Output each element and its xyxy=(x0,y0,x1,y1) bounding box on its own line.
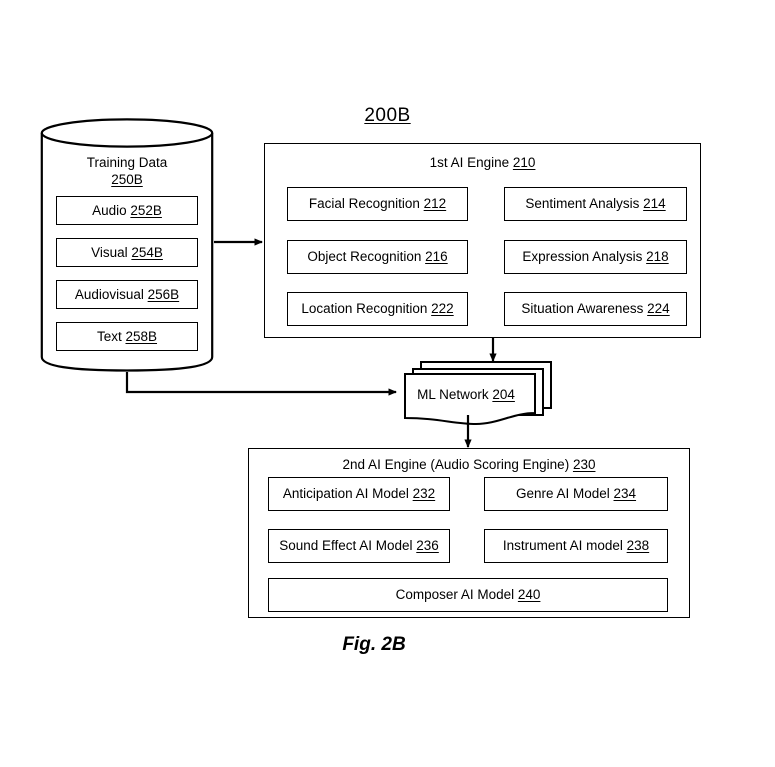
second-ai-engine-title: 2nd AI Engine (Audio Scoring Engine) 230 xyxy=(248,457,690,472)
patent-figure-canvas: 200B Training Data 250B Audio 252B Visua… xyxy=(0,0,775,767)
second-ai-engine-title-text: 2nd AI Engine (Audio Scoring Engine) xyxy=(342,457,573,472)
module-composer-ai-model[interactable]: Composer AI Model 240 xyxy=(268,578,668,612)
arrow-training-to-ml-network xyxy=(125,372,397,396)
training-data-item-label: Visual 254B xyxy=(91,244,163,260)
module-situation-awareness[interactable]: Situation Awareness 224 xyxy=(504,292,687,326)
training-data-ref-text: 250B xyxy=(111,172,143,187)
module-expression-analysis[interactable]: Expression Analysis 218 xyxy=(504,240,687,274)
module-label: Sound Effect AI Model 236 xyxy=(279,538,439,554)
figure-caption: Fig. 2B xyxy=(342,634,406,655)
figure-number-text: 200B xyxy=(364,105,411,126)
training-data-item-audiovisual[interactable]: Audiovisual 256B xyxy=(56,280,198,309)
module-instrument-ai-model[interactable]: Instrument AI model 238 xyxy=(484,529,668,563)
module-label: Situation Awareness 224 xyxy=(521,301,670,317)
ml-network-ref: 204 xyxy=(492,387,515,402)
first-ai-engine-title: 1st AI Engine 210 xyxy=(264,155,701,170)
module-anticipation-ai-model[interactable]: Anticipation AI Model 232 xyxy=(268,477,450,511)
module-label: Anticipation AI Model 232 xyxy=(282,486,436,502)
training-data-item-text[interactable]: Text 258B xyxy=(56,322,198,351)
module-facial-recognition[interactable]: Facial Recognition 212 xyxy=(287,187,468,221)
module-sound-effect-ai-model[interactable]: Sound Effect AI Model 236 xyxy=(268,529,450,563)
module-genre-ai-model[interactable]: Genre AI Model 234 xyxy=(484,477,668,511)
module-label: Location Recognition 222 xyxy=(301,301,454,317)
training-data-title: Training Data xyxy=(86,155,168,170)
module-label: Object Recognition 216 xyxy=(307,249,448,265)
training-data-item-label: Audiovisual 256B xyxy=(74,286,180,302)
module-label: Genre AI Model 234 xyxy=(515,486,637,502)
second-ai-engine-ref: 230 xyxy=(572,457,596,472)
training-data-item-visual[interactable]: Visual 254B xyxy=(56,238,198,267)
first-ai-engine-ref: 210 xyxy=(512,155,536,170)
module-label: Sentiment Analysis 214 xyxy=(525,196,666,212)
module-label: Composer AI Model 240 xyxy=(395,587,541,603)
training-data-item-label: Text 258B xyxy=(96,328,158,344)
first-ai-engine-title-text: 1st AI Engine xyxy=(429,155,513,170)
module-label: Facial Recognition 212 xyxy=(308,196,447,212)
ml-network-label-text: ML Network xyxy=(417,387,493,402)
module-label: Expression Analysis 218 xyxy=(522,249,669,265)
module-location-recognition[interactable]: Location Recognition 222 xyxy=(287,292,468,326)
module-sentiment-analysis[interactable]: Sentiment Analysis 214 xyxy=(504,187,687,221)
training-data-ref: 250B xyxy=(40,172,214,187)
training-data-item-label: Audio 252B xyxy=(92,202,162,218)
ml-network-label: ML Network 204 xyxy=(405,387,527,402)
module-object-recognition[interactable]: Object Recognition 216 xyxy=(287,240,468,274)
training-data-item-audio[interactable]: Audio 252B xyxy=(56,196,198,225)
module-label: Instrument AI model 238 xyxy=(502,538,650,554)
